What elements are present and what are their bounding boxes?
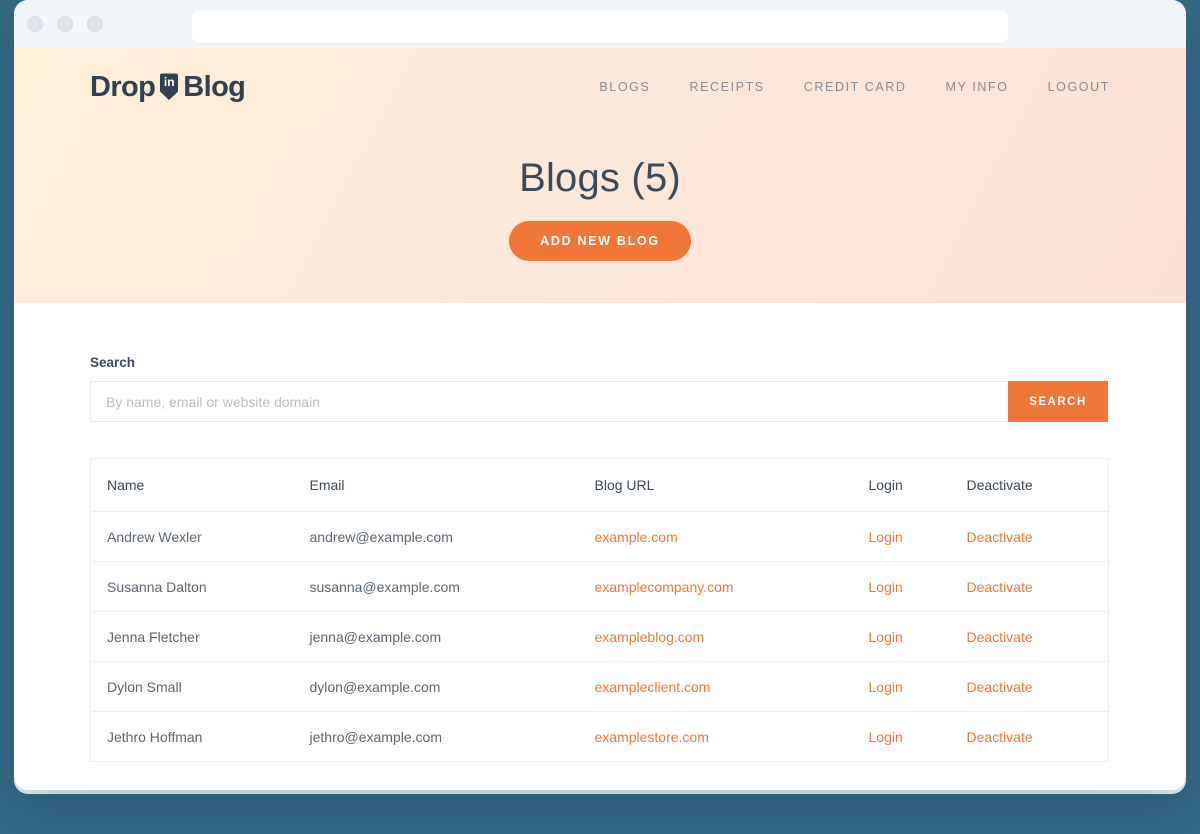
blog-url-link[interactable]: examplestore.com	[595, 729, 709, 745]
search-input[interactable]	[90, 381, 1008, 422]
login-link[interactable]: Login	[869, 529, 903, 545]
table-row: Dylon Small dylon@example.com examplecli…	[91, 662, 1109, 712]
minimize-window-icon[interactable]	[57, 16, 73, 32]
cell-email: dylon@example.com	[294, 662, 579, 712]
blog-url-link[interactable]: exampleblog.com	[595, 629, 705, 645]
login-link[interactable]: Login	[869, 579, 903, 595]
table-row: Jenna Fletcher jenna@example.com example…	[91, 612, 1109, 662]
deactivate-link[interactable]: Deactivate	[967, 729, 1033, 745]
login-link[interactable]: Login	[869, 729, 903, 745]
search-label: Search	[90, 355, 1124, 370]
logo-text-drop: Drop	[90, 71, 155, 104]
cell-login: Login	[853, 712, 951, 762]
cell-name: Andrew Wexler	[91, 512, 294, 562]
nav-item-blogs[interactable]: BLOGS	[599, 80, 650, 94]
nav-item-logout[interactable]: LOGOUT	[1048, 80, 1110, 94]
column-header-name: Name	[91, 459, 294, 512]
cell-email: jethro@example.com	[294, 712, 579, 762]
cell-email: susanna@example.com	[294, 562, 579, 612]
top-navigation-bar: Drop in Blog BLOGS RECEIPTS CREDIT CARD …	[14, 48, 1186, 126]
column-header-email: Email	[294, 459, 579, 512]
table-row: Jethro Hoffman jethro@example.com exampl…	[91, 712, 1109, 762]
table-row: Andrew Wexler andrew@example.com example…	[91, 512, 1109, 562]
page-viewport: Drop in Blog BLOGS RECEIPTS CREDIT CARD …	[14, 48, 1186, 790]
maximize-window-icon[interactable]	[87, 16, 103, 32]
cell-deactivate: Deactivate	[951, 612, 1109, 662]
add-new-blog-button[interactable]: ADD NEW BLOG	[509, 221, 691, 261]
login-link[interactable]: Login	[869, 679, 903, 695]
cell-login: Login	[853, 512, 951, 562]
blog-url-link[interactable]: example.com	[595, 529, 678, 545]
close-window-icon[interactable]	[27, 16, 43, 32]
nav-item-credit-card[interactable]: CREDIT CARD	[804, 80, 907, 94]
cell-blog-url: examplestore.com	[579, 712, 853, 762]
cell-name: Dylon Small	[91, 662, 294, 712]
cell-name: Jethro Hoffman	[91, 712, 294, 762]
column-header-login: Login	[853, 459, 951, 512]
site-logo[interactable]: Drop in Blog	[90, 71, 245, 104]
search-row: SEARCH	[90, 381, 1108, 422]
column-header-deactivate: Deactivate	[951, 459, 1109, 512]
cell-blog-url: exampleblog.com	[579, 612, 853, 662]
column-header-blog-url: Blog URL	[579, 459, 853, 512]
page-title: Blogs (5)	[14, 156, 1186, 201]
table-header-row: Name Email Blog URL Login Deactivate	[91, 459, 1109, 512]
table-row: Susanna Dalton susanna@example.com examp…	[91, 562, 1109, 612]
nav-item-my-info[interactable]: MY INFO	[946, 80, 1009, 94]
cell-blog-url: examplecompany.com	[579, 562, 853, 612]
deactivate-link[interactable]: Deactivate	[967, 579, 1033, 595]
shield-badge-icon: in	[158, 73, 180, 101]
cell-email: andrew@example.com	[294, 512, 579, 562]
main-content: Search SEARCH Name Email Blog URL Login	[14, 303, 1186, 762]
cell-deactivate: Deactivate	[951, 512, 1109, 562]
cell-deactivate: Deactivate	[951, 662, 1109, 712]
table-body: Andrew Wexler andrew@example.com example…	[91, 512, 1109, 762]
blog-url-link[interactable]: exampleclient.com	[595, 679, 711, 695]
login-link[interactable]: Login	[869, 629, 903, 645]
cell-login: Login	[853, 562, 951, 612]
search-button[interactable]: SEARCH	[1008, 381, 1108, 422]
blogs-table: Name Email Blog URL Login Deactivate And…	[90, 458, 1109, 762]
cell-name: Susanna Dalton	[91, 562, 294, 612]
cell-login: Login	[853, 612, 951, 662]
hero-header: Drop in Blog BLOGS RECEIPTS CREDIT CARD …	[14, 48, 1186, 303]
hero-content: Blogs (5) ADD NEW BLOG	[14, 156, 1186, 261]
cell-login: Login	[853, 662, 951, 712]
browser-chrome-bar	[14, 0, 1186, 48]
deactivate-link[interactable]: Deactivate	[967, 529, 1033, 545]
cell-deactivate: Deactivate	[951, 562, 1109, 612]
deactivate-link[interactable]: Deactivate	[967, 679, 1033, 695]
cell-blog-url: exampleclient.com	[579, 662, 853, 712]
table-header: Name Email Blog URL Login Deactivate	[91, 459, 1109, 512]
cell-name: Jenna Fletcher	[91, 612, 294, 662]
deactivate-link[interactable]: Deactivate	[967, 629, 1033, 645]
blog-url-link[interactable]: examplecompany.com	[595, 579, 734, 595]
cell-email: jenna@example.com	[294, 612, 579, 662]
traffic-lights	[27, 16, 103, 32]
nav-links: BLOGS RECEIPTS CREDIT CARD MY INFO LOGOU…	[599, 80, 1110, 94]
browser-window: Drop in Blog BLOGS RECEIPTS CREDIT CARD …	[14, 0, 1186, 790]
logo-badge-label: in	[158, 75, 180, 89]
cell-blog-url: example.com	[579, 512, 853, 562]
cell-deactivate: Deactivate	[951, 712, 1109, 762]
nav-item-receipts[interactable]: RECEIPTS	[689, 80, 764, 94]
logo-text-blog: Blog	[183, 71, 245, 104]
address-bar[interactable]	[192, 11, 1008, 43]
